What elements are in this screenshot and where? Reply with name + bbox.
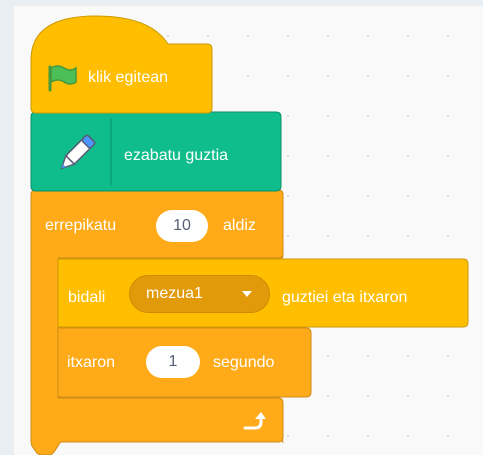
repeat-count-input[interactable]: 10: [156, 210, 208, 242]
repeat-suffix: aldiz: [223, 217, 256, 234]
pen-block-label: ezabatu guztia: [124, 147, 229, 164]
repeat-label: errepikatu: [45, 217, 117, 234]
message-dropdown[interactable]: mezua1: [129, 275, 270, 313]
green-flag-icon: [48, 65, 77, 92]
wait-label: itxaron: [67, 354, 116, 371]
loop-arrow-icon: [243, 412, 266, 430]
hat-block-label: klik egitean: [88, 69, 169, 86]
message-dropdown-value: mezua1: [146, 285, 203, 302]
chevron-down-icon: [242, 291, 252, 297]
broadcast-suffix: guztiei eta itxaron: [282, 289, 408, 306]
pen-icon: [60, 134, 96, 170]
wait-seconds-input[interactable]: 1: [146, 346, 200, 378]
wait-suffix: segundo: [213, 354, 275, 371]
broadcast-label: bidali: [68, 289, 106, 306]
